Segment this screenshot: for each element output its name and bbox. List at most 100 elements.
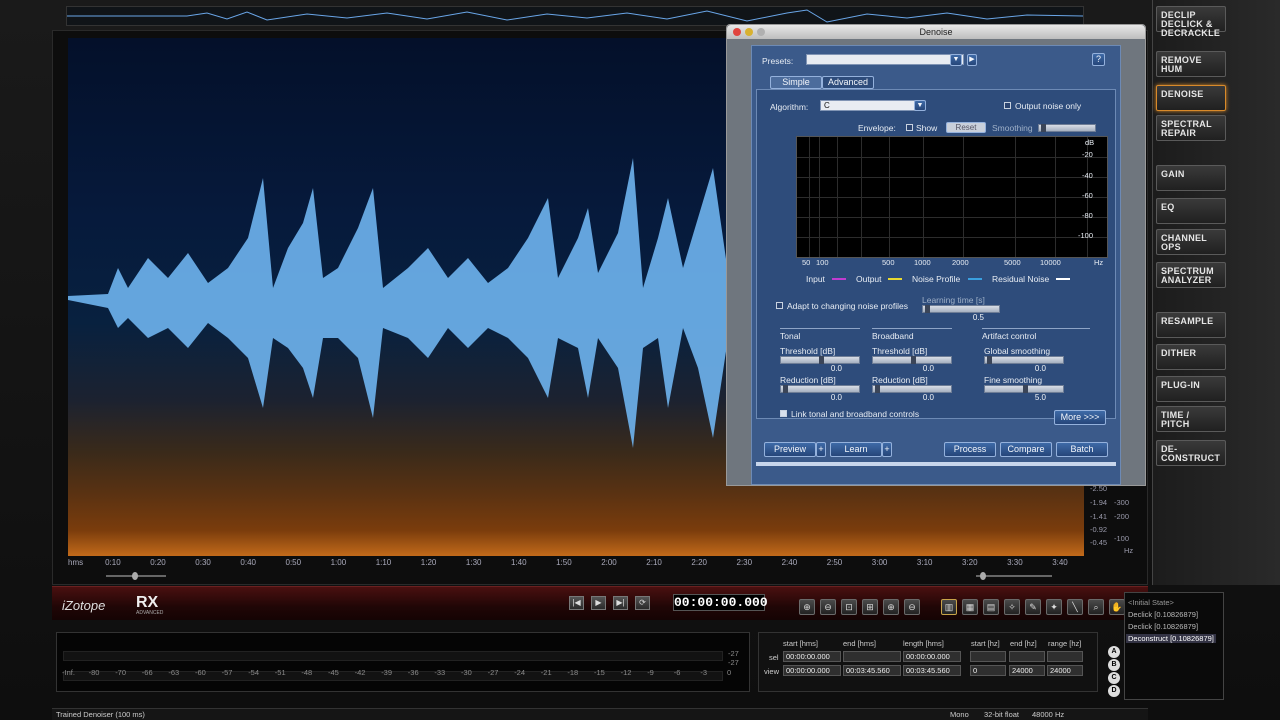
view-field[interactable]: 24000 (1009, 665, 1045, 676)
sel-field[interactable]: 00:00:00.000 (903, 651, 961, 662)
history-item-selected[interactable]: Deconstruct [0.10826879] (1126, 634, 1216, 643)
sel-field[interactable] (1009, 651, 1045, 662)
envelope-reset-button[interactable]: Reset (946, 122, 986, 133)
rx-app: hms 0:10 0:20 0:30 0:40 0:50 1:00 1:10 1:20 1:30 1… (0, 0, 1280, 720)
zoom-vertical-out-icon[interactable]: ⊖ (904, 599, 920, 615)
adapt-noise-checkbox[interactable] (776, 302, 783, 309)
module-button-10[interactable]: DITHER (1156, 344, 1226, 370)
compare-slot-c[interactable]: C (1108, 672, 1120, 684)
view-field[interactable]: 00:00:00.000 (783, 665, 841, 676)
brush-tool-icon[interactable]: ✎ (1025, 599, 1041, 615)
module-button-11[interactable]: PLUG-IN (1156, 376, 1226, 402)
play-selection-button[interactable]: ▶| (613, 596, 628, 610)
lasso-tool-icon[interactable]: ✧ (1004, 599, 1020, 615)
module-button-1[interactable]: DECLIP DECLICK & DECRACKLE (1156, 6, 1226, 38)
help-button[interactable]: ? (1092, 53, 1105, 66)
sel-field[interactable] (970, 651, 1006, 662)
zoom-vertical-in-icon[interactable]: ⊕ (883, 599, 899, 615)
broadband-reduction-slider[interactable] (872, 385, 952, 393)
learning-time-slider[interactable] (922, 305, 1000, 313)
module-button-8[interactable]: SPECTRUM ANALYZER (1156, 262, 1226, 288)
output-noise-only-checkbox[interactable] (1004, 102, 1011, 109)
batch-button[interactable]: Batch (1056, 442, 1108, 457)
history-item[interactable]: Declick [0.10826879] (1128, 610, 1198, 619)
fine-smoothing-label: Fine smoothing (984, 375, 1043, 385)
view-field[interactable]: 00:03:45.560 (903, 665, 961, 676)
process-button[interactable]: Process (944, 442, 996, 457)
tab-advanced[interactable]: Advanced (822, 76, 874, 89)
sel-field[interactable] (843, 651, 901, 662)
module-button-6[interactable]: EQ (1156, 198, 1226, 224)
envelope-show-checkbox[interactable] (906, 124, 913, 131)
meter-tick: -33 (434, 668, 446, 677)
zoom-window-button[interactable] (757, 28, 765, 36)
compare-slot-d[interactable]: D (1108, 685, 1120, 697)
algorithm-dropdown-arrow[interactable]: ▼ (914, 100, 926, 111)
horizontal-zoom-slider[interactable] (92, 572, 182, 580)
fine-smoothing-slider[interactable] (984, 385, 1064, 393)
view-field[interactable]: 24000 (1047, 665, 1083, 676)
compare-button[interactable]: Compare (1000, 442, 1052, 457)
history-item[interactable]: Declick [0.10826879] (1128, 622, 1198, 631)
module-button-7[interactable]: CHANNEL OPS (1156, 229, 1226, 255)
module-button-9[interactable]: RESAMPLE (1156, 312, 1226, 338)
algorithm-select[interactable]: C (820, 100, 916, 111)
magic-wand-tool-icon[interactable]: ✦ (1046, 599, 1062, 615)
minimize-window-button[interactable] (745, 28, 753, 36)
broadband-threshold-slider[interactable] (872, 356, 952, 364)
play-button[interactable]: ▶ (591, 596, 606, 610)
waveform-overview[interactable] (66, 6, 1084, 26)
magnify-tool-icon[interactable]: ⌕ (1088, 599, 1104, 615)
module-button-2[interactable]: REMOVE HUM (1156, 51, 1226, 77)
module-button-13[interactable]: DE- CONSTRUCT (1156, 440, 1226, 466)
loop-button[interactable]: ⟳ (635, 596, 650, 610)
close-window-button[interactable] (733, 28, 741, 36)
preview-plus-button[interactable]: + (816, 442, 826, 457)
global-smoothing-slider[interactable] (984, 356, 1064, 364)
skip-back-button[interactable]: |◀ (569, 596, 584, 610)
meter-tick: -66 (141, 668, 153, 677)
pencil-tool-icon[interactable]: ╲ (1067, 599, 1083, 615)
more-button[interactable]: More >>> (1054, 410, 1106, 425)
history-item[interactable]: <Initial State> (1128, 598, 1174, 607)
presets-dropdown[interactable] (806, 54, 964, 65)
sel-row-label: sel (769, 653, 779, 662)
frequency-selection-tool-icon[interactable]: ▤ (983, 599, 999, 615)
module-button-5[interactable]: GAIN (1156, 165, 1226, 191)
sel-field[interactable] (1047, 651, 1083, 662)
module-label: ANALYZER (1161, 275, 1212, 285)
hand-tool-icon[interactable]: ✋ (1109, 599, 1125, 615)
module-button-3[interactable]: DENOISE (1156, 85, 1226, 111)
graph-db-tick: -80 (1082, 211, 1093, 220)
tonal-reduction-slider[interactable] (780, 385, 860, 393)
tonal-threshold-slider[interactable] (780, 356, 860, 364)
compare-slot-b[interactable]: B (1108, 659, 1120, 671)
view-field[interactable]: 00:03:45.560 (843, 665, 901, 676)
rectangle-selection-tool-icon[interactable]: ▦ (962, 599, 978, 615)
window-titlebar[interactable]: Denoise (727, 25, 1145, 39)
view-field[interactable]: 0 (970, 665, 1006, 676)
zoom-in-icon[interactable]: ⊕ (799, 599, 815, 615)
meter-tick: -3 (700, 668, 708, 677)
zoom-fit-icon[interactable]: ⊞ (862, 599, 878, 615)
zoom-out-icon[interactable]: ⊖ (820, 599, 836, 615)
preview-button[interactable]: Preview (764, 442, 816, 457)
zoom-selection-icon[interactable]: ⊡ (841, 599, 857, 615)
time-tick: 0:50 (285, 558, 302, 567)
presets-dropdown-arrow[interactable]: ▼ (950, 54, 962, 66)
module-button-4[interactable]: SPECTRAL REPAIR (1156, 115, 1226, 141)
col-length-hms: length [hms] (903, 639, 944, 648)
module-button-12[interactable]: TIME / PITCH (1156, 406, 1226, 432)
vertical-zoom-slider[interactable] (968, 572, 1060, 580)
time-selection-tool-icon[interactable]: ▥ (941, 599, 957, 615)
presets-menu-button[interactable]: ▶ (967, 54, 977, 66)
envelope-smoothing-slider[interactable] (1038, 124, 1096, 132)
learn-plus-button[interactable]: + (882, 442, 892, 457)
meter-tick: -45 (328, 668, 339, 677)
compare-slot-a[interactable]: A (1108, 646, 1120, 658)
link-controls-checkbox[interactable] (780, 410, 787, 417)
learn-button[interactable]: Learn (830, 442, 882, 457)
tab-simple[interactable]: Simple (770, 76, 822, 89)
meter-tick: -9 (647, 668, 654, 677)
sel-field[interactable]: 00:00:00.000 (783, 651, 841, 662)
